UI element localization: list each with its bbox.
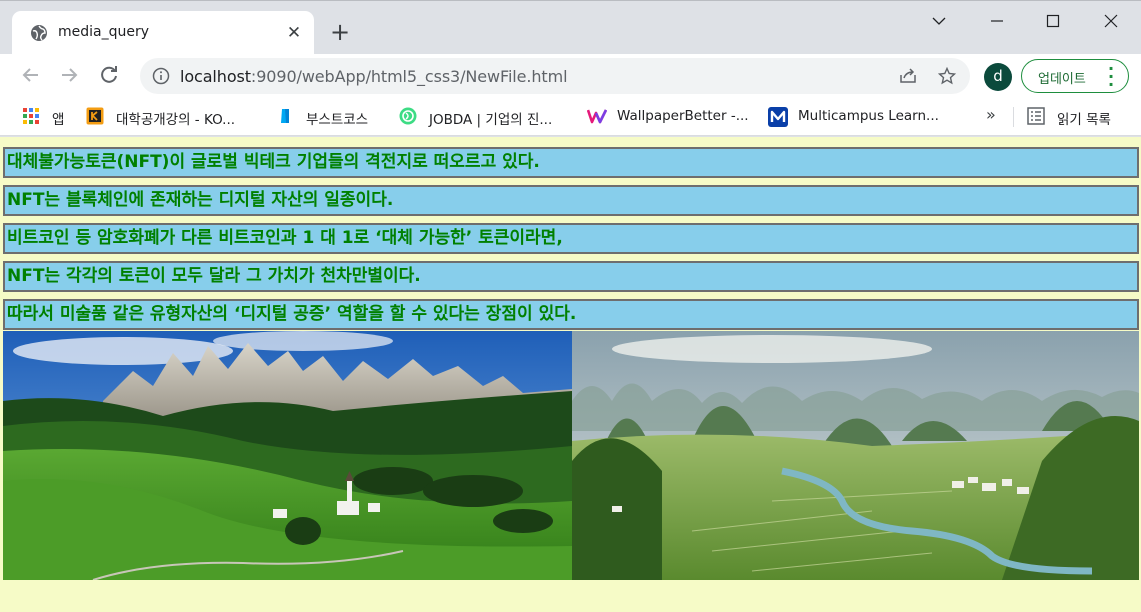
profile-avatar[interactable]: d bbox=[984, 63, 1012, 91]
new-tab-button[interactable]: + bbox=[326, 19, 354, 47]
minimize-icon[interactable] bbox=[974, 7, 1020, 35]
bookmark-label: Multicampus Learn... bbox=[798, 108, 939, 124]
wallpaperbetter-icon bbox=[586, 107, 608, 125]
chevron-down-icon[interactable] bbox=[916, 7, 962, 35]
tab-strip: media_query ✕ + bbox=[0, 0, 1141, 55]
bookmarks-bar: 앱 대학공개강의 - KO... 부스트코스 JOBDA | 기업의 진... … bbox=[0, 98, 1141, 136]
site-info-icon[interactable] bbox=[152, 67, 170, 85]
url-path: :9090/webApp/html5_css3/NewFile.html bbox=[250, 67, 568, 86]
bookmark-label: 대학공개강의 - KO... bbox=[116, 112, 236, 128]
update-label: 업데이트 bbox=[1038, 72, 1086, 87]
reading-list-icon bbox=[1027, 107, 1045, 125]
bookmarks-divider bbox=[1013, 107, 1014, 127]
kocw-icon bbox=[86, 107, 104, 125]
multicampus-icon bbox=[768, 107, 788, 127]
close-icon[interactable] bbox=[1088, 7, 1134, 35]
back-arrow-icon[interactable] bbox=[20, 64, 44, 88]
page-content: 대체불가능토큰(NFT)이 글로벌 빅테크 기업들의 격전지로 떠오르고 있다.… bbox=[0, 137, 1141, 612]
url-text[interactable]: localhost:9090/webApp/html5_css3/NewFile… bbox=[180, 67, 568, 86]
tab-media-query[interactable]: media_query ✕ bbox=[12, 11, 314, 55]
text-box-3: 비트코인 등 암호화폐가 다른 비트코인과 1 대 1로 ‘대체 가능한’ 토큰… bbox=[3, 223, 1139, 254]
text-box-2: NFT는 블록체인에 존재하는 디지털 자산의 일종이다. bbox=[3, 185, 1139, 216]
boostcourse-icon bbox=[276, 107, 294, 125]
text-box-1: 대체불가능토큰(NFT)이 글로벌 빅테크 기업들의 격전지로 떠오르고 있다. bbox=[3, 147, 1139, 178]
kebab-menu-icon[interactable]: · · · bbox=[1108, 61, 1114, 93]
text-box-5: 따라서 미술품 같은 유형자산의 ‘디지털 공증’ 역할을 할 수 있다는 장점… bbox=[3, 299, 1139, 330]
bookmark-label: WallpaperBetter -... bbox=[617, 108, 749, 124]
globe-icon bbox=[30, 24, 48, 42]
forward-arrow-icon[interactable] bbox=[58, 64, 82, 88]
text-box-4: NFT는 각각의 토큰이 모두 달라 그 가치가 천차만별이다. bbox=[3, 261, 1139, 292]
bookmark-star-icon[interactable] bbox=[937, 66, 957, 85]
bookmark-label: 앱 bbox=[52, 112, 65, 128]
maximize-icon[interactable] bbox=[1030, 7, 1076, 35]
bookmarks-overflow-button[interactable]: » bbox=[986, 105, 996, 124]
reading-list-label: 읽기 목록 bbox=[1057, 112, 1111, 128]
bookmark-label: 부스트코스 bbox=[306, 112, 369, 128]
url-host: localhost bbox=[180, 67, 251, 86]
mountain-meadow-image bbox=[3, 331, 572, 580]
reload-icon[interactable] bbox=[98, 64, 122, 88]
karst-valley-image bbox=[572, 331, 1139, 580]
apps-grid-icon bbox=[22, 107, 40, 125]
browser-toolbar: localhost:9090/webApp/html5_css3/NewFile… bbox=[0, 54, 1141, 98]
tab-title: media_query bbox=[58, 24, 150, 40]
tab-close-icon[interactable]: ✕ bbox=[284, 23, 304, 43]
bookmark-label: JOBDA | 기업의 진... bbox=[429, 112, 553, 128]
jobda-icon bbox=[399, 107, 417, 125]
share-icon[interactable] bbox=[899, 67, 917, 85]
update-button[interactable]: 업데이트 · · · bbox=[1021, 59, 1129, 93]
address-bar[interactable]: localhost:9090/webApp/html5_css3/NewFile… bbox=[140, 58, 970, 94]
